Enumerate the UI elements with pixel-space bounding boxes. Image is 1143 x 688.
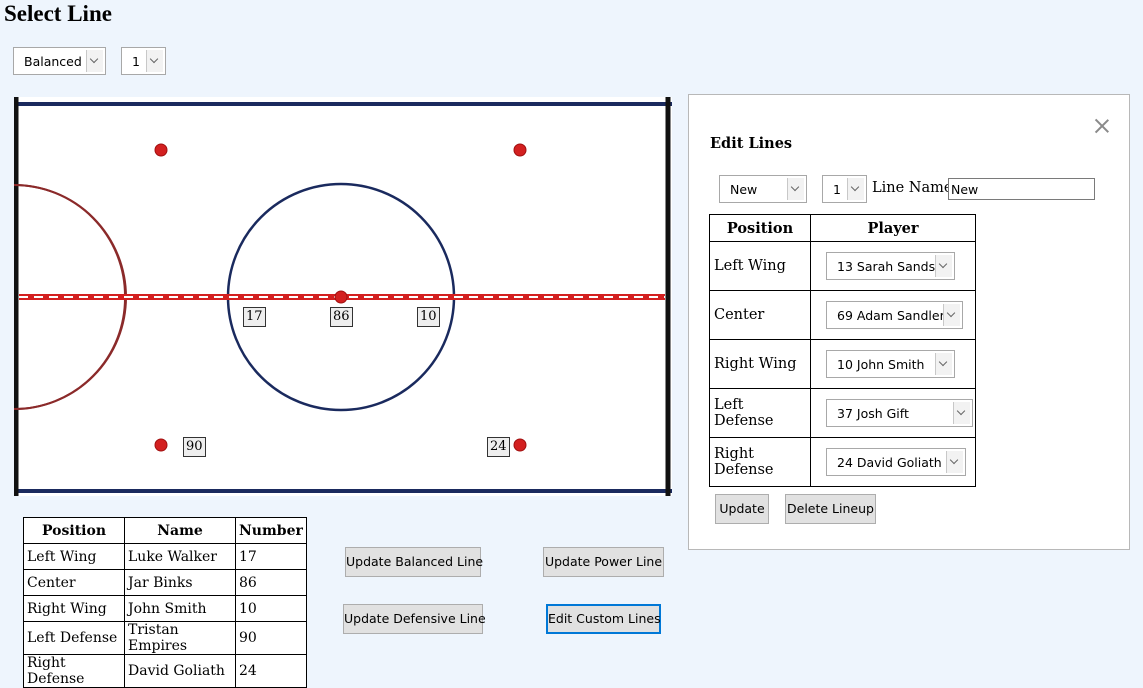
cell-name: Luke Walker	[124, 543, 236, 570]
cell-number: 24	[235, 654, 307, 688]
cell-player: 24 David Goliath	[810, 437, 976, 487]
cell-position: Right Wing	[709, 339, 811, 389]
player-select-value: 10 John Smith	[837, 357, 925, 372]
cell-number: 17	[235, 543, 307, 570]
chevron-down-icon	[146, 50, 163, 72]
line-number-value: 1	[132, 54, 140, 69]
player-marker-right-defense[interactable]: 24	[487, 437, 510, 457]
cell-player: 13 Sarah Sands	[810, 241, 976, 291]
update-defensive-line-button[interactable]: Update Defensive Line	[343, 604, 486, 634]
cell-number: 90	[235, 621, 307, 655]
page-title: Select Line	[4, 1, 112, 26]
table-header-row: Position Player	[709, 214, 976, 242]
chevron-down-icon	[935, 353, 952, 375]
cell-name: Jar Binks	[124, 569, 236, 596]
player-select-value: 13 Sarah Sands	[837, 259, 936, 274]
hockey-rink: 17 86 10 90 24	[14, 97, 672, 496]
lineup-table: Position Name Number Left Wing Luke Walk…	[23, 517, 307, 688]
table-row: Left Defense Tristan Empires 90	[23, 621, 307, 655]
line-name-input[interactable]	[948, 178, 1095, 200]
edit-lines-table: Position Player Left Wing 13 Sarah Sands…	[709, 214, 976, 487]
cell-position: Left Wing	[23, 543, 125, 570]
cell-position: Right Defense	[709, 437, 811, 487]
chevron-down-icon	[943, 304, 960, 326]
line-name-label: Line Name	[872, 180, 953, 196]
line-type-select[interactable]: Balanced	[13, 47, 106, 75]
chevron-down-icon	[946, 451, 963, 473]
player-select-left-wing[interactable]: 13 Sarah Sands	[826, 252, 955, 280]
column-header: Position	[709, 214, 811, 242]
table-row: Left Wing 13 Sarah Sands	[709, 241, 976, 291]
chevron-down-icon	[847, 178, 864, 200]
delete-lineup-button[interactable]: Delete Lineup	[785, 494, 876, 524]
chevron-down-icon	[787, 178, 804, 200]
table-row: Right Wing John Smith 10	[23, 595, 307, 622]
cell-number: 10	[235, 595, 307, 622]
lineup-select[interactable]: New	[719, 175, 807, 203]
faceoff-dot	[334, 290, 348, 304]
table-row: Center Jar Binks 86	[23, 569, 307, 596]
player-marker-right-wing[interactable]: 10	[417, 307, 440, 327]
cell-position: Center	[709, 290, 811, 340]
player-marker-center[interactable]: 86	[330, 307, 353, 327]
table-row: Left Wing Luke Walker 17	[23, 543, 307, 570]
table-row: Left Defense 37 Josh Gift	[709, 388, 976, 438]
column-header: Player	[810, 214, 976, 242]
player-select-right-wing[interactable]: 10 John Smith	[826, 350, 955, 378]
player-select-value: 24 David Goliath	[837, 455, 942, 470]
cell-position: Left Defense	[23, 621, 125, 655]
line-number-select[interactable]: 1	[121, 47, 166, 75]
faceoff-dot	[513, 438, 527, 452]
table-row: Right Wing 10 John Smith	[709, 339, 976, 389]
cell-player: 10 John Smith	[810, 339, 976, 389]
cell-player: 69 Adam Sandler	[810, 290, 976, 340]
player-select-right-defense[interactable]: 24 David Goliath	[826, 448, 966, 476]
update-power-line-button[interactable]: Update Power Line	[543, 547, 664, 577]
faceoff-dot	[154, 143, 168, 157]
line-type-value: Balanced	[24, 54, 82, 69]
player-select-value: 69 Adam Sandler	[837, 308, 945, 323]
table-row: Center 69 Adam Sandler	[709, 290, 976, 340]
cell-number: 86	[235, 569, 307, 596]
cell-position: Left Defense	[709, 388, 811, 438]
player-marker-left-defense[interactable]: 90	[183, 437, 206, 457]
cell-position: Right Defense	[23, 654, 125, 688]
cell-player: 37 Josh Gift	[810, 388, 976, 438]
player-select-left-defense[interactable]: 37 Josh Gift	[826, 399, 973, 427]
edit-lines-dialog: Edit Lines New 1 Line Name Position Play…	[688, 94, 1130, 550]
rink-drawing	[14, 97, 672, 496]
column-header: Position	[23, 517, 125, 544]
table-header-row: Position Name Number	[23, 517, 307, 544]
cell-name: Tristan Empires	[124, 621, 236, 655]
table-row: Right Defense David Goliath 24	[23, 654, 307, 688]
faceoff-dot	[513, 143, 527, 157]
update-balanced-line-button[interactable]: Update Balanced Line	[345, 547, 483, 577]
edit-number-select[interactable]: 1	[822, 175, 867, 203]
chevron-down-icon	[86, 50, 103, 72]
update-button[interactable]: Update	[715, 494, 769, 524]
cell-position: Left Wing	[709, 241, 811, 291]
dialog-title: Edit Lines	[710, 135, 793, 152]
lineup-select-value: New	[730, 182, 758, 197]
cell-name: David Goliath	[124, 654, 236, 688]
column-header: Number	[235, 517, 307, 544]
player-select-value: 37 Josh Gift	[837, 406, 909, 421]
cell-position: Center	[23, 569, 125, 596]
edit-number-value: 1	[833, 182, 841, 197]
close-icon[interactable]	[1095, 119, 1109, 133]
cell-position: Right Wing	[23, 595, 125, 622]
faceoff-dot	[154, 438, 168, 452]
player-marker-left-wing[interactable]: 17	[243, 307, 266, 327]
column-header: Name	[124, 517, 236, 544]
table-row: Right Defense 24 David Goliath	[709, 437, 976, 487]
chevron-down-icon	[953, 402, 970, 424]
player-select-center[interactable]: 69 Adam Sandler	[826, 301, 963, 329]
cell-name: John Smith	[124, 595, 236, 622]
chevron-down-icon	[935, 255, 952, 277]
edit-custom-lines-button[interactable]: Edit Custom Lines	[546, 604, 661, 634]
